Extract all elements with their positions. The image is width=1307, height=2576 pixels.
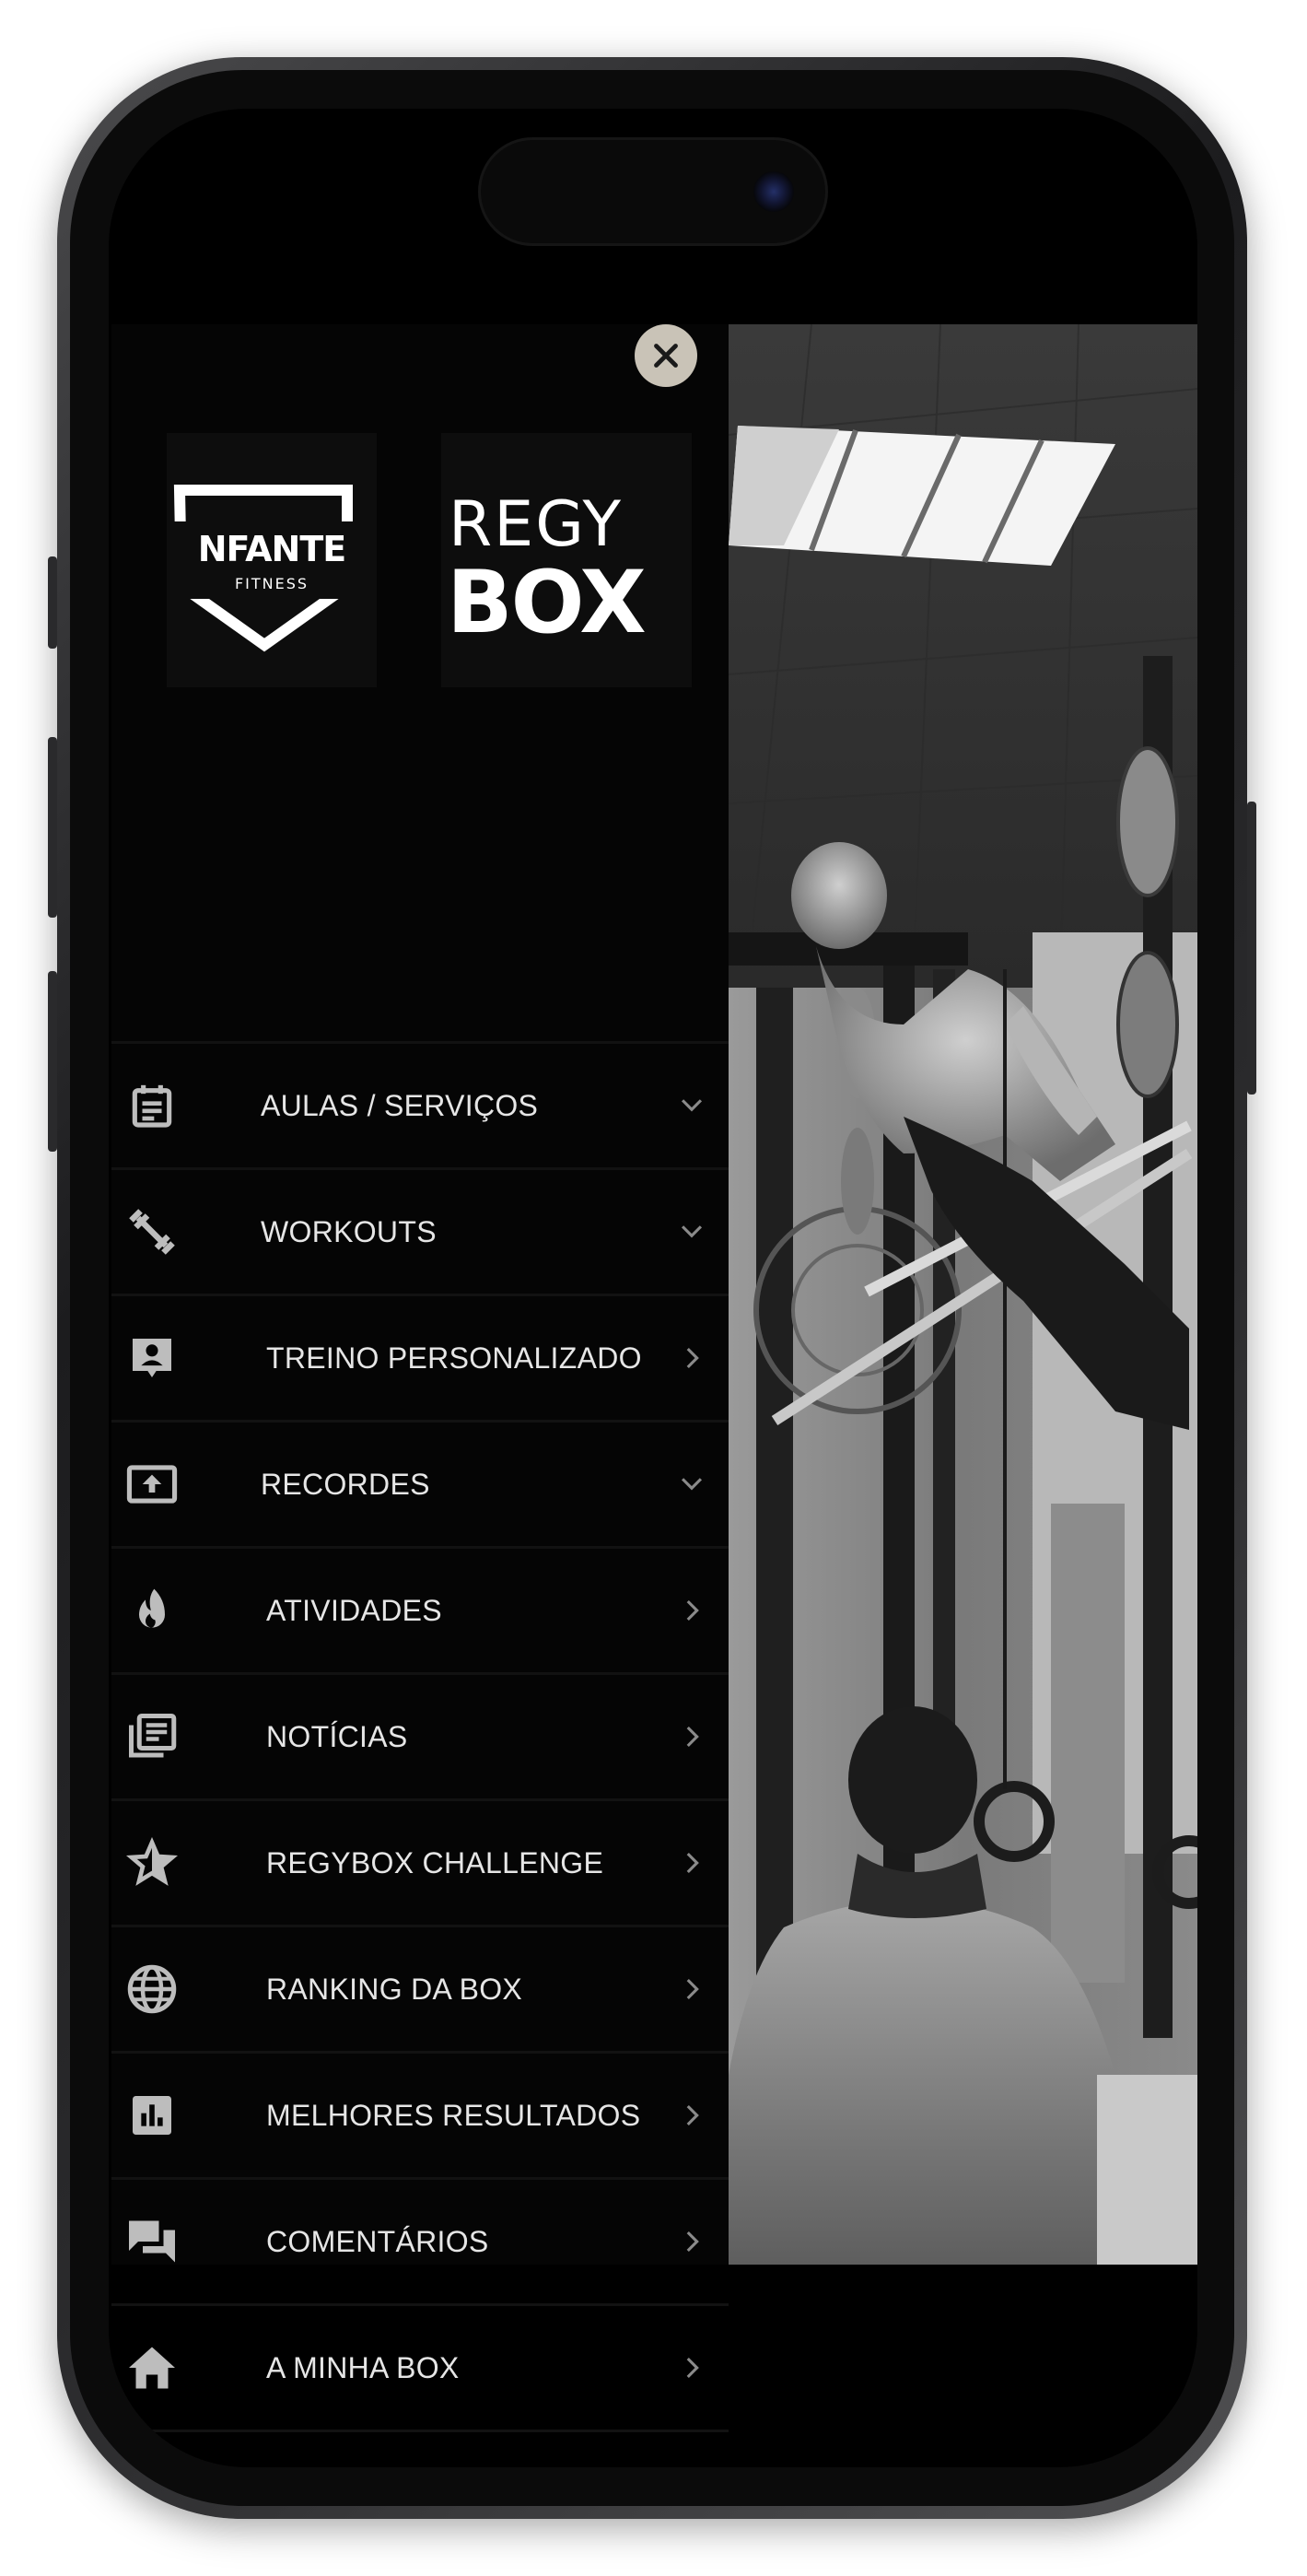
menu-item-a-minha-box[interactable]: A MINHA BOX [111,2306,729,2432]
menu-item-comentarios[interactable]: COMENTÁRIOS [111,2180,729,2306]
menu-item-label: COMENTÁRIOS [266,2224,489,2258]
menu-item-recordes[interactable]: RECORDES [111,1423,729,1549]
dynamic-island [481,140,825,243]
chevron-right-icon [675,1594,708,1627]
menu-item-treino-personalizado[interactable]: TREINO PERSONALIZADO [111,1296,729,1423]
drawer-menu: AULAS / SERVIÇOS WORKOUTS TREINO PERSONA… [111,1041,729,2432]
menu-item-label: ATIVIDADES [266,1593,442,1627]
menu-item-label: A MINHA BOX [266,2350,460,2384]
upload-record-icon [123,1455,181,1514]
chat-icon [123,2212,181,2271]
menu-item-label: RANKING DA BOX [266,1972,523,2006]
menu-item-regybox-challenge[interactable]: REGYBOX CHALLENGE [111,1801,729,1927]
news-icon [123,1707,181,1766]
menu-item-atividades[interactable]: ATIVIDADES [111,1549,729,1675]
menu-item-ranking-da-box[interactable]: RANKING DA BOX [111,1927,729,2054]
flame-icon [123,1581,181,1640]
partner-logo-subtitle: FITNESS [234,575,309,592]
gym-photo-illustration [729,324,1197,2265]
menu-item-label: WORKOUTS [261,1214,437,1248]
screen: NFANTE FITNESS REGY BOX AULAS / SERVIÇOS [109,109,1197,2467]
menu-item-label: REGYBOX CHALLENGE [266,1845,604,1879]
menu-item-label: AULAS / SERVIÇOS [261,1088,539,1122]
chevron-right-icon [675,2225,708,2258]
chevron-right-icon [675,1973,708,2006]
app-logo-line1: REGY [449,488,624,561]
chevron-down-icon [675,1468,708,1501]
menu-item-melhores-resultados[interactable]: MELHORES RESULTADOS [111,2054,729,2180]
menu-item-label: TREINO PERSONALIZADO [266,1341,642,1375]
app-logo-line2: BOX [447,553,647,653]
dumbbell-icon [123,1202,181,1261]
chevron-right-icon [675,1720,708,1753]
volume-down-button [48,971,57,1152]
partner-logo-title: NFANTE [197,529,347,569]
close-icon [654,344,678,368]
menu-item-aulas-servicos[interactable]: AULAS / SERVIÇOS [111,1041,729,1170]
chevron-right-icon [675,1341,708,1375]
menu-item-noticias[interactable]: NOTÍCIAS [111,1675,729,1801]
action-button [48,556,57,649]
menu-item-workouts[interactable]: WORKOUTS [111,1170,729,1296]
calendar-icon [123,1076,181,1135]
star-icon [123,1833,181,1892]
chevron-down-icon [675,1215,708,1248]
chevron-down-icon [675,1089,708,1122]
bar-chart-icon [123,2086,181,2145]
personal-trainer-icon [123,1329,181,1388]
partner-logo: NFANTE FITNESS [167,433,377,687]
volume-up-button [48,737,57,918]
menu-item-label: NOTÍCIAS [266,1719,408,1753]
globe-icon [123,1960,181,2019]
background-photo [729,324,1197,2265]
power-button [1247,802,1256,1095]
home-icon [123,2338,181,2397]
front-camera [753,171,794,212]
side-drawer: NFANTE FITNESS REGY BOX AULAS / SERVIÇOS [111,324,729,2432]
chevron-right-icon [675,1846,708,1879]
app-logo: REGY BOX [441,433,692,687]
close-button[interactable] [635,324,697,387]
chevron-right-icon [675,2099,708,2132]
menu-item-label: RECORDES [261,1467,430,1501]
chevron-right-icon [675,2351,708,2384]
menu-item-label: MELHORES RESULTADOS [266,2098,641,2132]
